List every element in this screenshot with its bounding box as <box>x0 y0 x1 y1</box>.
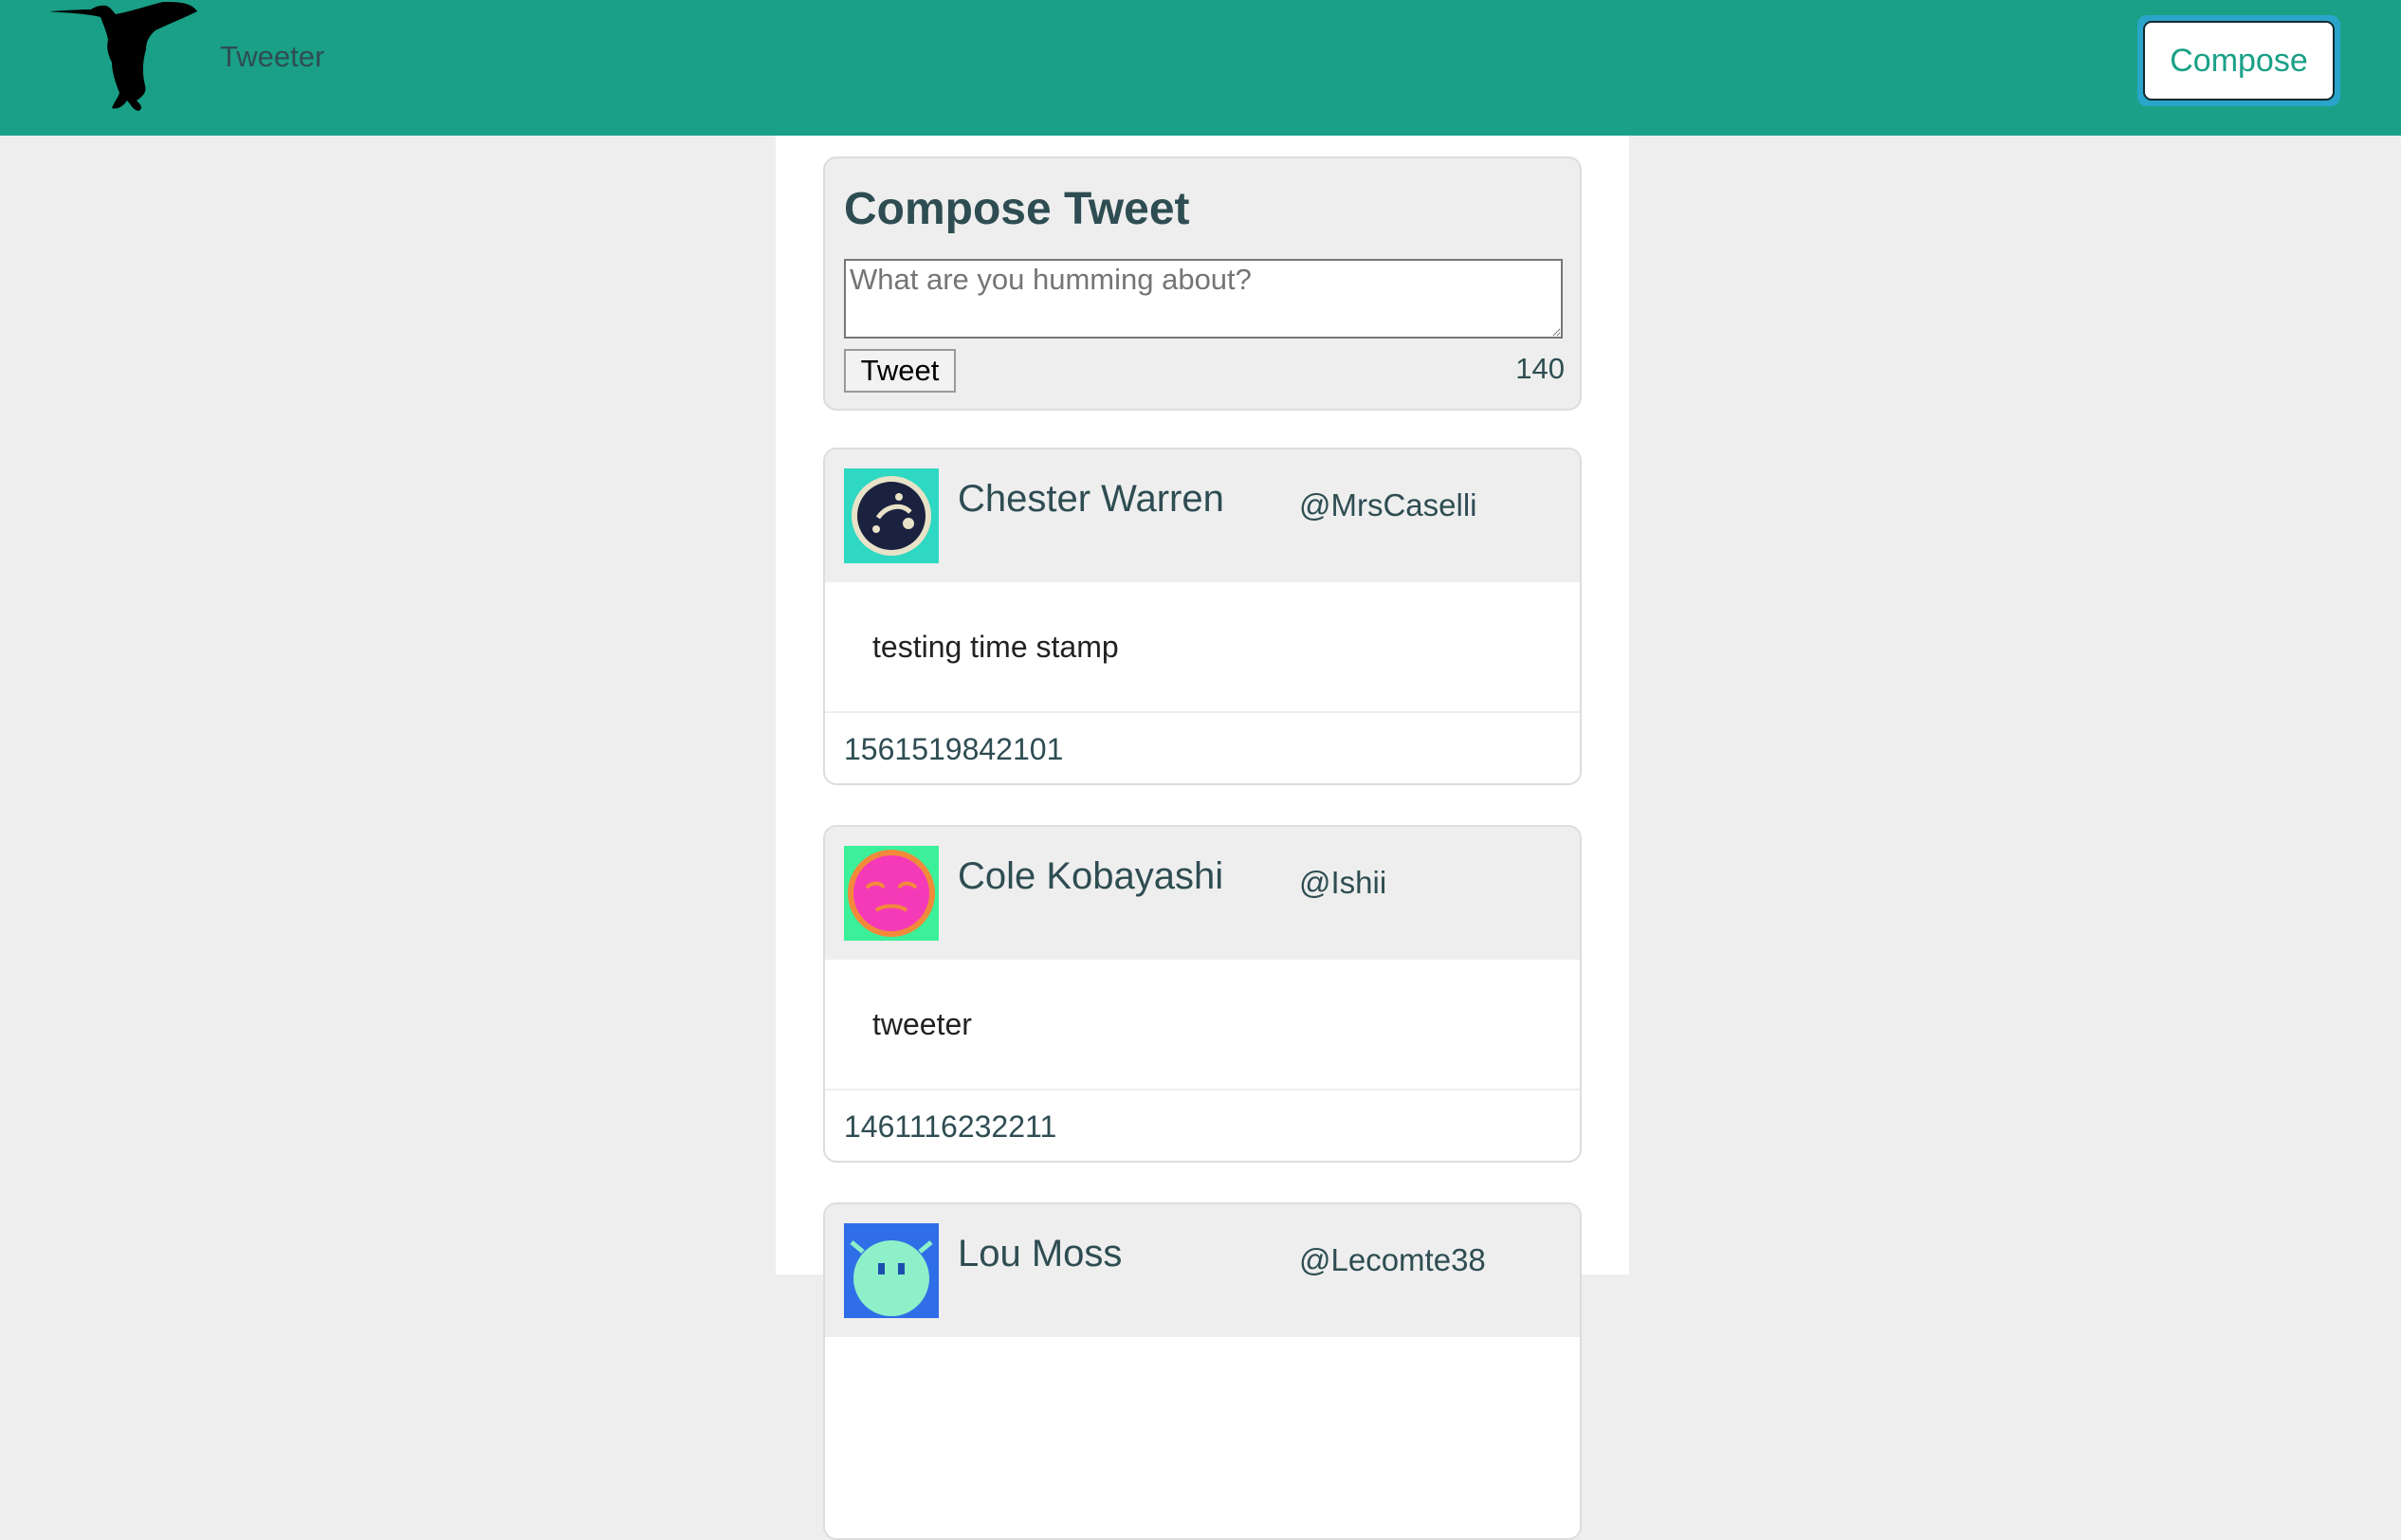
tweet-footer: 1561519842101 <box>825 711 1580 783</box>
tweet-author-name: Cole Kobayashi <box>958 855 1224 897</box>
tweet-timestamp: 1561519842101 <box>844 732 1064 766</box>
avatar <box>844 468 939 563</box>
tweet-footer: 1461116232211 <box>825 1089 1580 1161</box>
main-container: Compose Tweet Tweet 140 Chester Warren @… <box>776 136 1629 1540</box>
tweet-header: Chester Warren @MrsCaselli <box>825 449 1580 582</box>
avatar <box>844 1223 939 1318</box>
top-navbar: Tweeter Compose <box>0 0 2401 136</box>
compose-tweet-panel: Compose Tweet Tweet 140 <box>823 156 1582 411</box>
compose-title: Compose Tweet <box>844 184 1190 234</box>
tweet-author-name: Chester Warren <box>958 478 1224 520</box>
tweet-author-handle: @Ishii <box>1299 865 1387 900</box>
character-counter: 140 <box>1515 352 1565 385</box>
tweet-author-handle: @MrsCaselli <box>1299 487 1477 522</box>
tweet-header: Lou Moss @Lecomte38 <box>825 1204 1580 1337</box>
tweet-submit-button[interactable]: Tweet <box>844 349 956 393</box>
tweet-author-handle: @Lecomte38 <box>1299 1242 1486 1277</box>
tweet-header: Cole Kobayashi @Ishii <box>825 827 1580 960</box>
tweet-timestamp: 1461116232211 <box>844 1109 1057 1144</box>
avatar <box>844 846 939 941</box>
tweet-text-input[interactable] <box>844 259 1563 339</box>
tweet-author-name: Lou Moss <box>958 1233 1123 1274</box>
tweet-text: tweeter <box>872 1007 972 1041</box>
compose-button-focus-ring: Compose <box>2137 15 2340 106</box>
tweet-card: Chester Warren @MrsCaselli testing time … <box>823 448 1582 785</box>
compose-toggle-button[interactable]: Compose <box>2143 21 2335 101</box>
hummingbird-logo-icon[interactable] <box>49 2 205 112</box>
tweet-text: testing time stamp <box>872 630 1119 664</box>
brand-title[interactable]: Tweeter <box>220 40 324 74</box>
tweet-card: Cole Kobayashi @Ishii tweeter 1461116232… <box>823 825 1582 1163</box>
tweet-card: Lou Moss @Lecomte38 <box>823 1202 1582 1540</box>
